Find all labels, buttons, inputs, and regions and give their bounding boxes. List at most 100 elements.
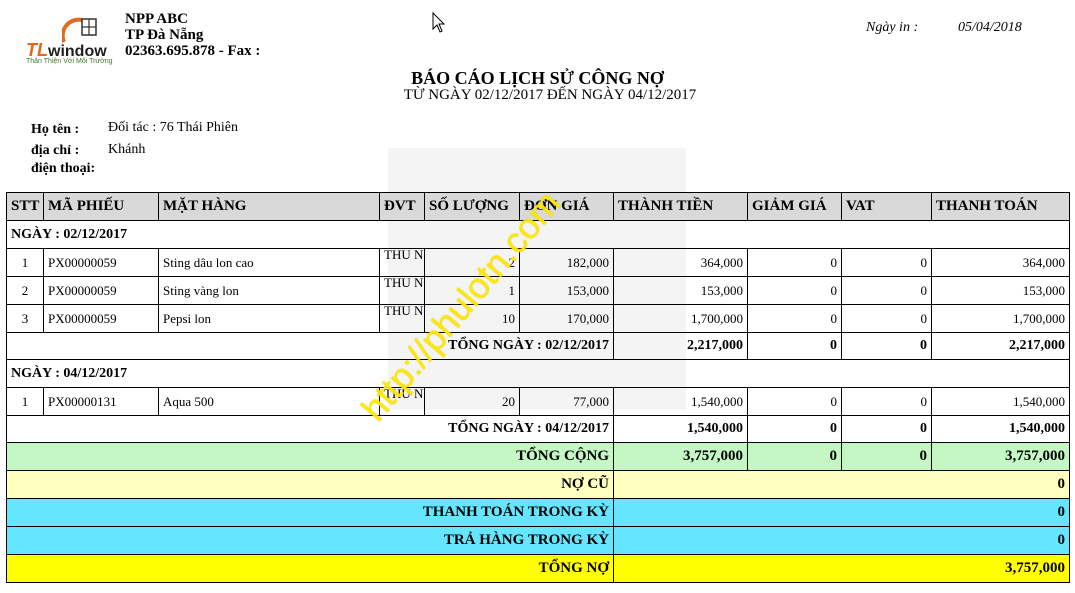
customer-phone-label: điện thoại: — [31, 161, 96, 176]
customer-address-label: địa chỉ : — [31, 143, 80, 158]
table-row: 3PX00000059Pepsi lonTHU NG10170,0001,700… — [6, 304, 1070, 333]
report-title: BÁO CÁO LỊCH SỬ CÔNG NỢ — [411, 68, 664, 88]
column-header: ĐVT — [379, 192, 425, 221]
subtotal-payment: 2,217,000 — [931, 332, 1070, 360]
summary-row: NỢ CŨ 0 — [6, 470, 1070, 499]
row-quantity: 10 — [424, 304, 520, 333]
subtotal-payment: 1,540,000 — [931, 415, 1070, 443]
row-unit: THU NG — [379, 248, 425, 277]
row-vat: 0 — [841, 248, 932, 277]
row-vat: 0 — [841, 304, 932, 333]
row-amount: 153,000 — [613, 276, 748, 305]
summary-row: TỔNG NỢ 3,757,000 — [6, 554, 1070, 583]
summary-value: 0 — [613, 526, 1070, 555]
summary-label: THANH TOÁN TRONG KỲ — [6, 498, 614, 527]
row-item-name: Aqua 500 — [158, 387, 380, 416]
debt-history-table: STT MÃ PHIẾU MẶT HÀNG ĐVT SỐ LƯỢNG ĐƠN GIÁ THÀ… — [6, 192, 1070, 583]
grand-total-payment: 3,757,000 — [931, 442, 1070, 471]
column-header: SỐ LƯỢNG — [424, 192, 520, 221]
row-amount: 1,700,000 — [613, 304, 748, 333]
customer-name: Đối tác : 76 Thái Phiên — [108, 120, 238, 135]
row-payment: 1,700,000 — [931, 304, 1070, 333]
mouse-cursor-icon — [432, 12, 446, 33]
company-name: NPP ABC — [125, 11, 188, 27]
summary-row: THANH TOÁN TRONG KỲ 0 — [6, 498, 1070, 527]
table-body: NGÀY : 02/12/2017 1 PX00000059 Sting dâu lo… — [6, 220, 1070, 583]
row-unit-price: 77,000 — [519, 387, 614, 416]
print-date-value: 05/04/2018 — [958, 20, 1022, 35]
summary-value: 0 — [613, 470, 1070, 499]
row-amount: 364,000 — [613, 248, 748, 277]
group-subtotal-row: TỔNG NGÀY : 04/12/2017 1,540,000 0 0 1,540,0… — [6, 415, 1070, 443]
table-row: 2PX00000059Sting vàng lonTHU NG1153,0001… — [6, 276, 1070, 305]
grand-total-label: TỔNG CỘNG — [6, 442, 614, 471]
row-unit-price: 153,000 — [519, 276, 614, 305]
company-info: NPP ABC TP Đà Nẵng 02363.695.878 - Fax : — [125, 11, 260, 59]
row-stt: 3 — [6, 304, 44, 333]
row-vat: 0 — [841, 387, 932, 416]
summary-value: 0 — [613, 498, 1070, 527]
row-unit: THU NG — [379, 304, 425, 333]
subtotal-vat: 0 — [841, 415, 932, 443]
row-voucher-code: PX00000059 — [43, 276, 159, 305]
column-header: ĐƠN GIÁ — [519, 192, 614, 221]
subtotal-discount: 0 — [747, 415, 842, 443]
column-header: STT — [6, 192, 44, 221]
company-city: TP Đà Nẵng — [125, 27, 204, 43]
group-subtotal-row: TỔNG NGÀY : 02/12/2017 2,217,000 0 0 2,217,0… — [6, 332, 1070, 360]
grand-total-row: TỔNG CỘNG 3,757,000 0 0 3,757,000 — [6, 442, 1070, 471]
row-item-name: Sting dâu lon cao — [158, 248, 380, 277]
row-quantity: 2 — [424, 248, 520, 277]
customer-name-label: Họ tên : — [31, 122, 80, 137]
row-voucher-code: PX00000059 — [43, 304, 159, 333]
summary-row: TRẢ HÀNG TRONG KỲ 0 — [6, 526, 1070, 555]
row-stt: 1 — [6, 387, 44, 416]
grand-total-vat: 0 — [841, 442, 932, 471]
row-unit: THU NG — [379, 387, 425, 416]
summary-label: TỔNG NỢ — [6, 554, 614, 583]
report-subtitle: TỪ NGÀY 02/12/2017 ĐẾN NGÀY 04/12/2017 — [403, 87, 697, 103]
grand-total-discount: 0 — [747, 442, 842, 471]
row-unit: THU NG — [379, 276, 425, 305]
subtotal-discount: 0 — [747, 332, 842, 360]
subtotal-amount: 2,217,000 — [613, 332, 748, 360]
row-stt: 1 — [6, 248, 44, 277]
grand-total-amount: 3,757,000 — [613, 442, 748, 471]
print-date-label: Ngày in : — [866, 20, 919, 35]
row-payment: 153,000 — [931, 276, 1070, 305]
column-header: GIẢM GIÁ — [747, 192, 842, 221]
group-header-row: NGÀY : 04/12/2017 — [6, 359, 1070, 388]
summary-label: NỢ CŨ — [6, 470, 614, 499]
customer-address: Khánh — [108, 142, 146, 157]
row-unit-price: 170,000 — [519, 304, 614, 333]
table-row: 1PX00000059Sting dâu lon caoTHU NG2182,0… — [6, 248, 1070, 277]
row-stt: 2 — [6, 276, 44, 305]
group-date-label: NGÀY : 04/12/2017 — [6, 359, 1070, 388]
row-discount: 0 — [747, 304, 842, 333]
row-quantity: 1 — [424, 276, 520, 305]
row-voucher-code: PX00000131 — [43, 387, 159, 416]
subtotal-label: TỔNG NGÀY : 02/12/2017 — [6, 332, 614, 360]
row-vat: 0 — [841, 276, 932, 305]
group-header-row: NGÀY : 02/12/2017 — [6, 220, 1070, 249]
column-header: MÃ PHIẾU — [43, 192, 159, 221]
row-payment: 364,000 — [931, 248, 1070, 277]
row-item-name: Pepsi lon — [158, 304, 380, 333]
row-unit-price: 182,000 — [519, 248, 614, 277]
summary-label: TRẢ HÀNG TRONG KỲ — [6, 526, 614, 555]
row-payment: 1,540,000 — [931, 387, 1070, 416]
row-discount: 0 — [747, 248, 842, 277]
row-amount: 1,540,000 — [613, 387, 748, 416]
logo-slogan: Thân Thiện Với Môi Trường — [26, 58, 113, 65]
column-header: THÀNH TIỀN — [613, 192, 748, 221]
table-header-row: STT MÃ PHIẾU MẶT HÀNG ĐVT SỐ LƯỢNG ĐƠN GIÁ THÀ… — [6, 192, 1070, 221]
row-discount: 0 — [747, 276, 842, 305]
summary-value: 3,757,000 — [613, 554, 1070, 583]
subtotal-label: TỔNG NGÀY : 04/12/2017 — [6, 415, 614, 443]
company-contact: 02363.695.878 - Fax : — [125, 43, 261, 59]
subtotal-amount: 1,540,000 — [613, 415, 748, 443]
column-header: THANH TOÁN — [931, 192, 1070, 221]
column-header: VAT — [841, 192, 932, 221]
table-row: 1PX00000131Aqua 500THU NG2077,0001,540,0… — [6, 387, 1070, 416]
subtotal-vat: 0 — [841, 332, 932, 360]
